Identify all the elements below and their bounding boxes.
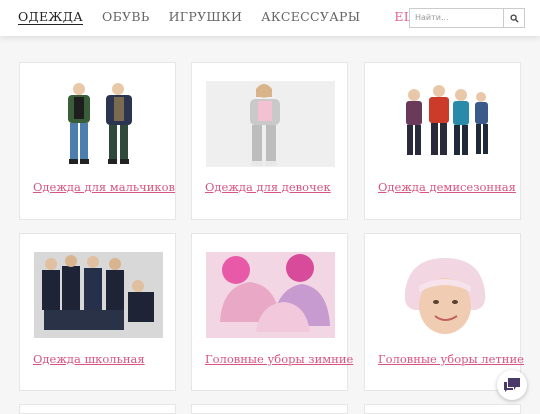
category-link-demiseason[interactable]: Одежда демисезонная	[378, 180, 518, 194]
category-link-winter-hats[interactable]: Головные уборы зимние	[205, 352, 353, 366]
category-card-partial[interactable]	[191, 404, 348, 414]
category-card-partial[interactable]	[364, 404, 521, 414]
search-input[interactable]	[410, 9, 503, 25]
category-link-girls[interactable]: Одежда для девочек	[205, 180, 345, 194]
winter-hats-photo	[206, 252, 335, 338]
school-uniform-photo	[34, 252, 163, 338]
nav-item-shoes[interactable]: ОБУВЬ	[102, 9, 150, 24]
category-link-boys[interactable]: Одежда для мальчиков	[33, 180, 175, 194]
search-button[interactable]	[503, 9, 524, 27]
category-card-boys[interactable]: Одежда для мальчиков	[19, 62, 176, 220]
chat-widget-button[interactable]	[497, 370, 527, 400]
nav-item-clothes[interactable]: ОДЕЖДА	[18, 9, 83, 24]
search-icon	[509, 13, 519, 23]
demiseason-clothes-photo	[379, 81, 508, 167]
category-link-school[interactable]: Одежда школьная	[33, 352, 173, 366]
main-nav: ОДЕЖДА ОБУВЬ ИГРУШКИ АКСЕССУАРЫ ЕЩЁ...	[18, 9, 460, 24]
boys-clothes-photo	[34, 81, 163, 167]
top-navigation-bar: ОДЕЖДА ОБУВЬ ИГРУШКИ АКСЕССУАРЫ ЕЩЁ...	[0, 0, 540, 36]
category-card-school[interactable]: Одежда школьная	[19, 233, 176, 391]
girls-clothes-photo	[206, 81, 335, 167]
category-card-winter-hats[interactable]: Головные уборы зимние	[191, 233, 353, 391]
category-card-demiseason[interactable]: Одежда демисезонная	[364, 62, 521, 220]
category-card-partial[interactable]	[19, 404, 176, 414]
search-box	[409, 8, 525, 28]
summer-hats-photo	[379, 252, 508, 338]
category-link-summer-hats[interactable]: Головные уборы летние	[378, 352, 524, 366]
category-card-girls[interactable]: Одежда для девочек	[191, 62, 348, 220]
nav-item-toys[interactable]: ИГРУШКИ	[169, 9, 243, 24]
nav-item-accessories[interactable]: АКСЕССУАРЫ	[261, 9, 360, 24]
category-card-summer-hats[interactable]: Головные уборы летние	[364, 233, 524, 391]
category-grid: Одежда для мальчиков Одежда для девочек	[0, 0, 540, 414]
chat-icon	[504, 378, 520, 392]
